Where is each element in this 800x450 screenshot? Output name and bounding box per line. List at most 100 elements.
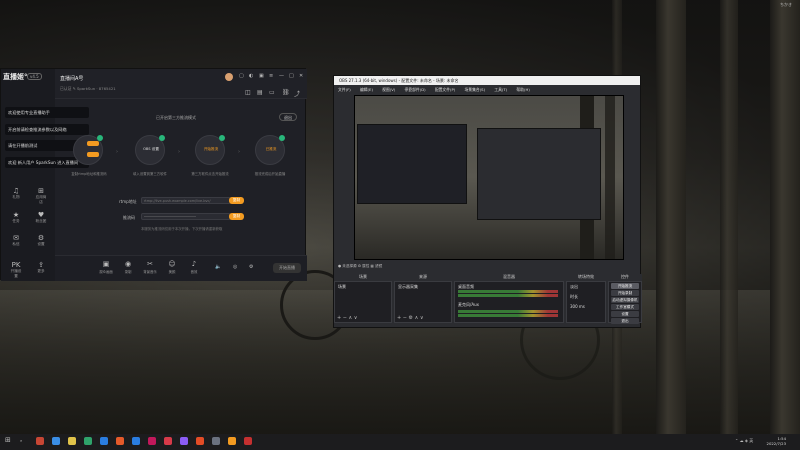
taskbar-app-icon[interactable] — [84, 437, 92, 445]
step-caption: 推流完成后开始直播 — [254, 172, 286, 176]
bottom-item-sound[interactable]: ♪ 音效 — [185, 260, 203, 274]
transition-duration[interactable]: 300 ms — [567, 302, 605, 311]
link-icon[interactable]: ⛓ — [282, 89, 290, 96]
app-header: 直播间A号 已认证 ✎ SparkSun · 8765421 ▢ ◐ ▣ ≡ —… — [55, 69, 307, 99]
mixer-header: 混音器 — [454, 274, 564, 281]
menu-view[interactable]: 视图(V) — [382, 87, 395, 92]
add-source-icon[interactable]: + − ⚙ ∧ ∨ — [397, 315, 424, 321]
volume-icon[interactable]: 🔈 — [215, 264, 221, 270]
taskbar-app-icon[interactable] — [164, 437, 172, 445]
copy-rtmp-button[interactable]: 复制 — [229, 197, 244, 204]
step-text: OBS 设置 — [143, 147, 159, 151]
exit-button[interactable]: 退出 — [611, 318, 639, 324]
taskbar-app-icon[interactable] — [100, 437, 108, 445]
side-item-pk[interactable]: PK 开播设置 — [9, 261, 23, 279]
tip-message: 开启前请检查推流参数以及网络 — [5, 124, 89, 135]
skin-icon[interactable]: ▣ — [259, 73, 264, 79]
controls-dock: 开始推流 开始录制 启动虚拟摄像机 工作室模式 设置 退出 — [608, 281, 642, 324]
copy-pill — [87, 152, 99, 157]
room-title: 直播间A号 — [60, 76, 84, 82]
settings-icon[interactable]: ⚙ — [249, 264, 253, 270]
settings-button[interactable]: 设置 — [611, 311, 639, 317]
notification-icon[interactable]: ▢ — [239, 73, 244, 79]
source-item[interactable]: 显示器采集 — [395, 282, 451, 292]
taskbar-app-icon[interactable] — [36, 437, 44, 445]
search-icon[interactable]: ⌕ — [20, 438, 22, 443]
taskbar-app-icon[interactable] — [148, 437, 156, 445]
step-streaming: 已推流 — [255, 135, 285, 165]
stream-key-note: 本服务为推流码仅用于本次开播，下次开播请重新获取 — [141, 227, 223, 231]
taskbar-app-icon[interactable] — [132, 437, 140, 445]
arrow-icon: › — [116, 149, 118, 155]
mic-icon[interactable]: ◎ — [233, 264, 237, 270]
obs-preview[interactable] — [354, 95, 624, 260]
share-icon[interactable]: ⤴ — [294, 89, 300, 98]
check-icon — [159, 135, 165, 141]
start-streaming-button[interactable]: 开始推流 — [611, 283, 639, 289]
studio-mode-button[interactable]: 工作室模式 — [611, 304, 639, 310]
clipboard-icon[interactable]: ▤ — [257, 89, 263, 96]
screen-icon[interactable]: ▭ — [269, 89, 275, 96]
preview-nested-obs — [477, 128, 601, 220]
bottom-item-music[interactable]: ✂ 背景音乐 — [141, 260, 159, 274]
minimize-icon[interactable]: — — [279, 73, 284, 79]
step-start-push: 开始推流 — [195, 135, 225, 165]
taskbar-app-icon[interactable] — [196, 437, 204, 445]
taskbar-app-icon[interactable] — [180, 437, 188, 445]
tip-message: 欢迎使用专业直播助手 — [5, 107, 89, 118]
side-item-more[interactable]: ⇪ 更多 — [34, 261, 48, 274]
taskbar-app-icon[interactable] — [68, 437, 76, 445]
tray-icons[interactable]: ⌃ ☁ ◈ 英 — [735, 438, 753, 444]
taskbar-app-icon[interactable] — [52, 437, 60, 445]
system-clock[interactable]: 1:54 2022/7/23 — [767, 436, 786, 446]
side-item-settings[interactable]: ⚙ 设置 — [34, 234, 48, 247]
audio-meter[interactable] — [458, 294, 558, 297]
bottom-item-beauty[interactable]: ☺ 美颜 — [163, 260, 181, 274]
menu-profile[interactable]: 配置文件(P) — [435, 87, 455, 92]
menu-icon[interactable]: ≡ — [269, 73, 273, 79]
preview-nested-app — [357, 124, 467, 204]
copy-key-button[interactable]: 复制 — [229, 213, 244, 220]
menu-tools[interactable]: 工具(T) — [494, 87, 507, 92]
menu-file[interactable]: 文件(F) — [338, 87, 351, 92]
virtual-camera-button[interactable]: 启动虚拟摄像机 — [611, 297, 639, 303]
start-live-button[interactable]: 开始直播 — [273, 263, 301, 273]
side-item-store[interactable]: ⊞ 应用商店 — [34, 187, 48, 205]
taskbar-app-icon[interactable] — [212, 437, 220, 445]
camera-icon[interactable]: ◫ — [245, 89, 251, 96]
audio-meter[interactable] — [458, 314, 558, 317]
step-text: 已推流 — [265, 147, 277, 151]
avatar[interactable] — [225, 73, 233, 81]
stream-key-field[interactable]: •••••••••••••••••••••••••• — [141, 213, 231, 220]
menu-help[interactable]: 帮助(H) — [516, 87, 529, 92]
menu-docks[interactable]: 停靠部件(D) — [405, 87, 426, 92]
start-recording-button[interactable]: 开始录制 — [611, 290, 639, 296]
maximize-icon[interactable]: □ — [289, 73, 294, 79]
menu-edit[interactable]: 编辑(E) — [360, 87, 373, 92]
windows-start-icon[interactable]: ⊞ — [5, 436, 11, 444]
side-item-gift[interactable]: ♫ 礼物 — [9, 187, 23, 200]
mixer-channel-name: 麦克风/Aux — [458, 302, 479, 307]
taskbar-app-icon[interactable] — [244, 437, 252, 445]
rtmp-label: rtmp地址 — [119, 199, 137, 204]
sources-dock: 显示器采集 + − ⚙ ∧ ∨ — [394, 281, 452, 323]
streamer-app-window: 直播姬° v4.5 ♫ 礼物 ⊞ 应用商店 ★ 任务 ♥ 粉丝团 ✉ 私信 ⚙ 设置 PK 开… — [0, 68, 307, 281]
scene-item[interactable]: 场景 — [335, 282, 391, 292]
bottom-item-record[interactable]: ◉ 录制 — [119, 260, 137, 274]
copy-pill — [87, 141, 99, 146]
side-item-fans[interactable]: ♥ 粉丝团 — [34, 211, 48, 224]
obs-title-bar: OBS 27.1.3 (64-bit, windows) - 配置文件: 未命名… — [334, 76, 640, 85]
taskbar-app-icon[interactable] — [228, 437, 236, 445]
side-item-task[interactable]: ★ 任务 — [9, 211, 23, 224]
bottom-item-viewer[interactable]: ▣ 观众画面 — [97, 260, 115, 274]
close-icon[interactable]: ✕ — [299, 73, 303, 79]
side-item-message[interactable]: ✉ 私信 — [9, 234, 23, 247]
transitions-header: 转场特效 — [566, 274, 606, 281]
rtmp-field[interactable]: rtmp://live-push.example.com/live-bvc/ — [141, 197, 231, 204]
add-scene-icon[interactable]: + − ∧ ∨ — [337, 315, 357, 321]
exit-mode-button[interactable]: 退出 — [279, 113, 297, 121]
menu-scene-collection[interactable]: 场景集合(S) — [465, 87, 486, 92]
theme-icon[interactable]: ◐ — [249, 73, 253, 79]
transition-type[interactable]: 淡出 — [567, 282, 605, 292]
taskbar-app-icon[interactable] — [116, 437, 124, 445]
